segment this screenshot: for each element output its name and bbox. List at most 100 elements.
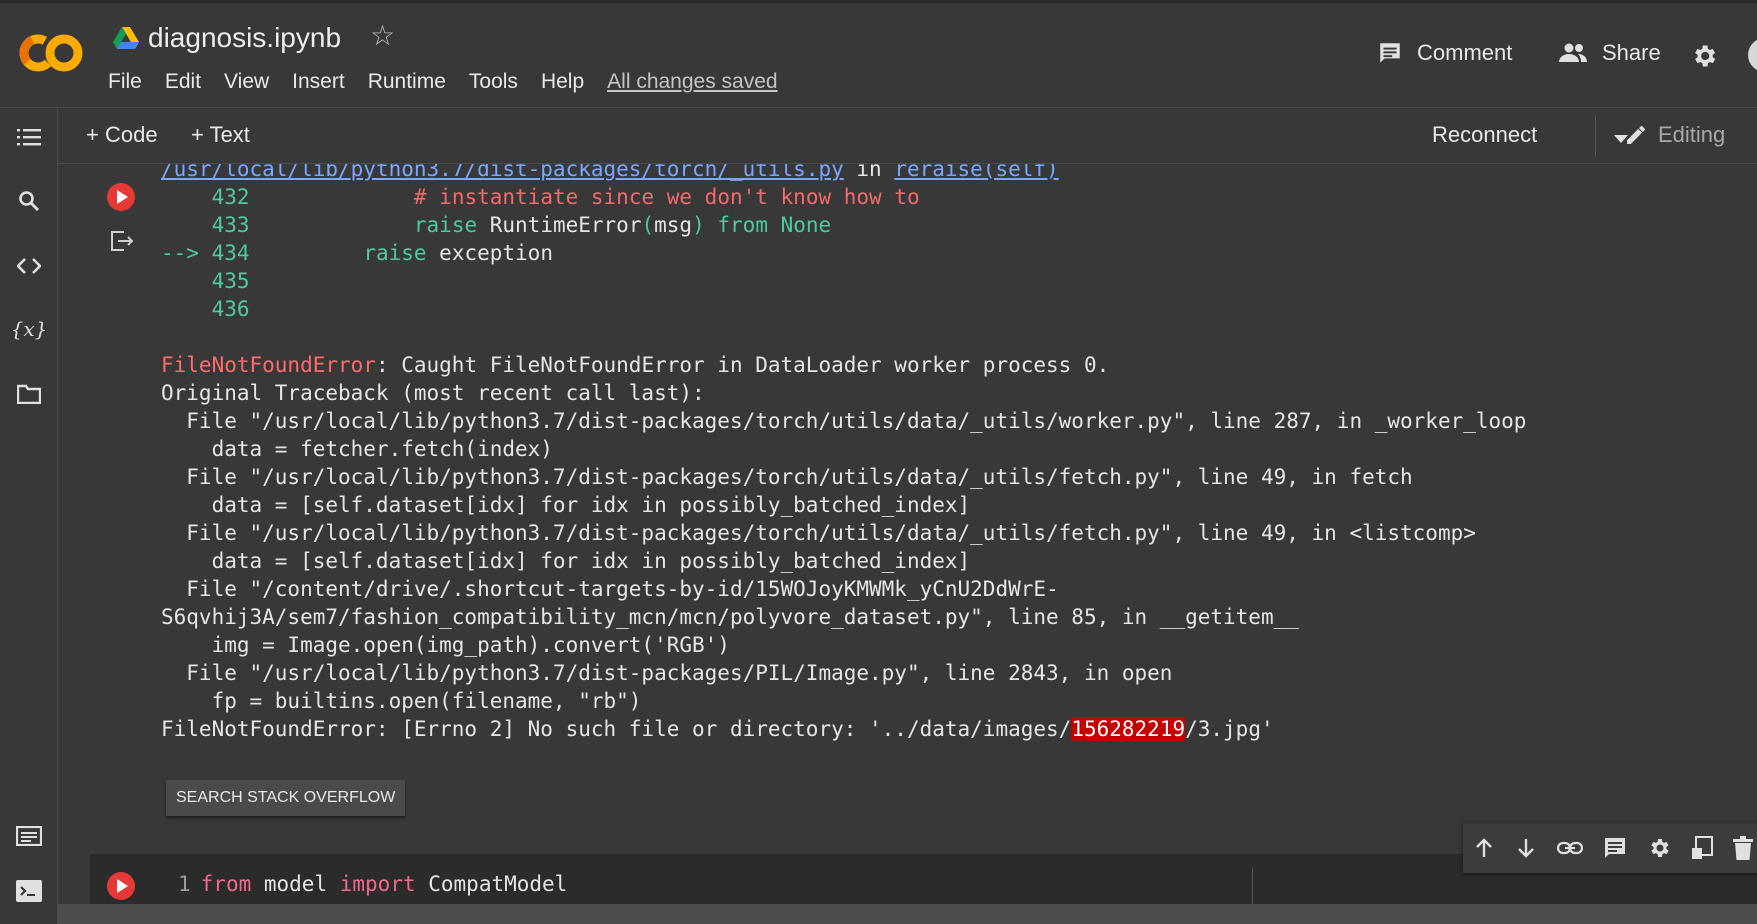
menu-runtime[interactable]: Runtime (368, 70, 446, 94)
traceback-text: File "/content/drive/.shortcut-targets-b… (161, 577, 1059, 601)
code-editor[interactable]: 1 from model import CompatModel (178, 872, 567, 896)
menu-help[interactable]: Help (541, 70, 584, 94)
traceback-line: FileNotFoundError: [Errno 2] No such fil… (161, 715, 1526, 743)
cell-toolbar (1463, 823, 1757, 873)
menu-file[interactable]: File (108, 70, 142, 94)
star-icon[interactable]: ☆ (370, 22, 395, 50)
run-cell-icon[interactable] (106, 182, 136, 217)
gear-icon[interactable] (1690, 42, 1718, 75)
line-number: 1 (178, 872, 191, 896)
left-sidebar: {x} (0, 108, 58, 924)
traceback-text: fp = builtins.open(filename, "rb") (161, 689, 642, 713)
table-of-contents-icon[interactable] (14, 122, 44, 152)
traceback-text: : Caught FileNotFoundError in DataLoader… (375, 353, 1110, 377)
traceback-text: --> 434 (161, 241, 250, 265)
move-up-icon[interactable] (1473, 837, 1495, 859)
command-palette-icon[interactable] (14, 821, 44, 851)
mirror-cell-icon[interactable] (1691, 836, 1713, 860)
share-people-icon (1559, 43, 1587, 62)
traceback-text: RuntimeError (477, 213, 642, 237)
code-snippets-icon[interactable] (14, 251, 44, 281)
traceback-text: 433 (161, 213, 250, 237)
colab-logo-icon[interactable] (18, 30, 84, 76)
traceback-line: File "/usr/local/lib/python3.7/dist-pack… (161, 407, 1526, 435)
traceback-text: File "/usr/local/lib/python3.7/dist-pack… (161, 409, 1527, 433)
editing-mode-button[interactable]: Editing (1624, 122, 1725, 148)
traceback-line: fp = builtins.open(filename, "rb") (161, 687, 1526, 715)
variables-icon[interactable]: {x} (11, 314, 48, 344)
traceback-text (250, 185, 414, 209)
traceback-text: ) (692, 213, 705, 237)
code-line: from model import CompatModel (201, 872, 568, 896)
traceback-text: ( (641, 213, 655, 237)
clear-output-icon[interactable] (110, 230, 134, 257)
traceback-line: data = [self.dataset[idx] for idx in pos… (161, 491, 1526, 519)
link-icon[interactable] (1557, 840, 1583, 856)
code-token: model (251, 872, 340, 896)
traceback-line: File "/usr/local/lib/python3.7/dist-pack… (161, 463, 1526, 491)
traceback-line: 435 (161, 267, 1526, 295)
source-file-link[interactable]: reraise(self) (894, 164, 1058, 181)
folder-icon[interactable] (14, 379, 44, 409)
traceback-line: File "/usr/local/lib/python3.7/dist-pack… (161, 519, 1526, 547)
menu-edit[interactable]: Edit (165, 70, 201, 94)
traceback-text: in (843, 164, 895, 181)
app-header: diagnosis.ipynb ☆ File Edit View Insert … (0, 0, 1757, 108)
search-icon[interactable] (14, 186, 44, 216)
traceback-line: data = fetcher.fetch(index) (161, 435, 1526, 463)
traceback-text: /3.jpg' (1185, 717, 1274, 741)
traceback-text: data = [self.dataset[idx] for idx in pos… (161, 549, 971, 573)
move-down-icon[interactable] (1515, 837, 1537, 859)
share-label: Share (1602, 40, 1661, 65)
traceback-text: FileNotFoundError (161, 353, 376, 377)
traceback-text: 432 (161, 185, 250, 209)
traceback-line: S6qvhij3A/sem7/fashion_compatibility_mcn… (161, 603, 1526, 631)
run-cell-icon[interactable] (106, 871, 136, 906)
traceback-text: msg (654, 213, 693, 237)
menu-insert[interactable]: Insert (292, 70, 345, 94)
delete-icon[interactable] (1733, 836, 1753, 860)
traceback-text: S6qvhij3A/sem7/fashion_compatibility_mcn… (161, 605, 1299, 629)
traceback-text: data = [self.dataset[idx] for idx in pos… (161, 493, 971, 517)
drive-icon[interactable] (113, 27, 139, 51)
traceback-text (768, 213, 781, 237)
traceback-line (161, 323, 1526, 351)
share-button[interactable]: Share (1558, 40, 1661, 66)
traceback-text: None (780, 213, 832, 237)
window-top-edge (0, 0, 1757, 3)
save-status-link[interactable]: All changes saved (607, 70, 777, 94)
traceback-text: exception (426, 241, 553, 265)
traceback-line: FileNotFoundError: Caught FileNotFoundEr… (161, 351, 1526, 379)
add-code-button[interactable]: + Code (86, 122, 158, 148)
traceback-text: FileNotFoundError: [Errno 2] No such fil… (161, 717, 1072, 741)
traceback-text (250, 241, 364, 265)
traceback-text: 436 (161, 297, 250, 321)
comment-icon[interactable] (1603, 836, 1627, 860)
comment-button[interactable]: Comment (1377, 40, 1512, 66)
toolbar-divider (1595, 116, 1596, 156)
avatar[interactable] (1748, 38, 1757, 72)
traceback-text: File "/usr/local/lib/python3.7/dist-pack… (161, 465, 1413, 489)
traceback-text: File "/usr/local/lib/python3.7/dist-pack… (161, 661, 1173, 685)
traceback-text: from (717, 213, 768, 237)
notebook-title[interactable]: diagnosis.ipynb (148, 22, 341, 54)
editor-ruler (1252, 868, 1253, 908)
highlighted-error-text: 156282219 (1071, 717, 1186, 741)
traceback-text: data = fetcher.fetch(index) (161, 437, 553, 461)
add-text-button[interactable]: + Text (191, 122, 250, 148)
cell-settings-icon[interactable] (1647, 836, 1671, 860)
reconnect-button[interactable]: Reconnect (1432, 122, 1537, 148)
traceback-line: 433 raise RuntimeError(msg) from None (161, 211, 1526, 239)
traceback-text: 435 (161, 269, 250, 293)
menu-tools[interactable]: Tools (469, 70, 518, 94)
terminal-icon[interactable] (14, 876, 44, 906)
traceback-line: --> 434 raise exception (161, 239, 1526, 267)
code-token: CompatModel (415, 872, 568, 896)
menu-bar: File Edit View Insert Runtime Tools Help… (108, 70, 801, 94)
traceback-line: /usr/local/lib/python3.7/dist-packages/t… (161, 164, 1526, 183)
menu-view[interactable]: View (224, 70, 269, 94)
search-stack-overflow-button[interactable]: SEARCH STACK OVERFLOW (166, 780, 406, 816)
horizontal-scrollbar[interactable] (58, 904, 1757, 924)
traceback-text: raise (363, 241, 427, 265)
source-file-link[interactable]: /usr/local/lib/python3.7/dist-packages/t… (161, 164, 844, 181)
